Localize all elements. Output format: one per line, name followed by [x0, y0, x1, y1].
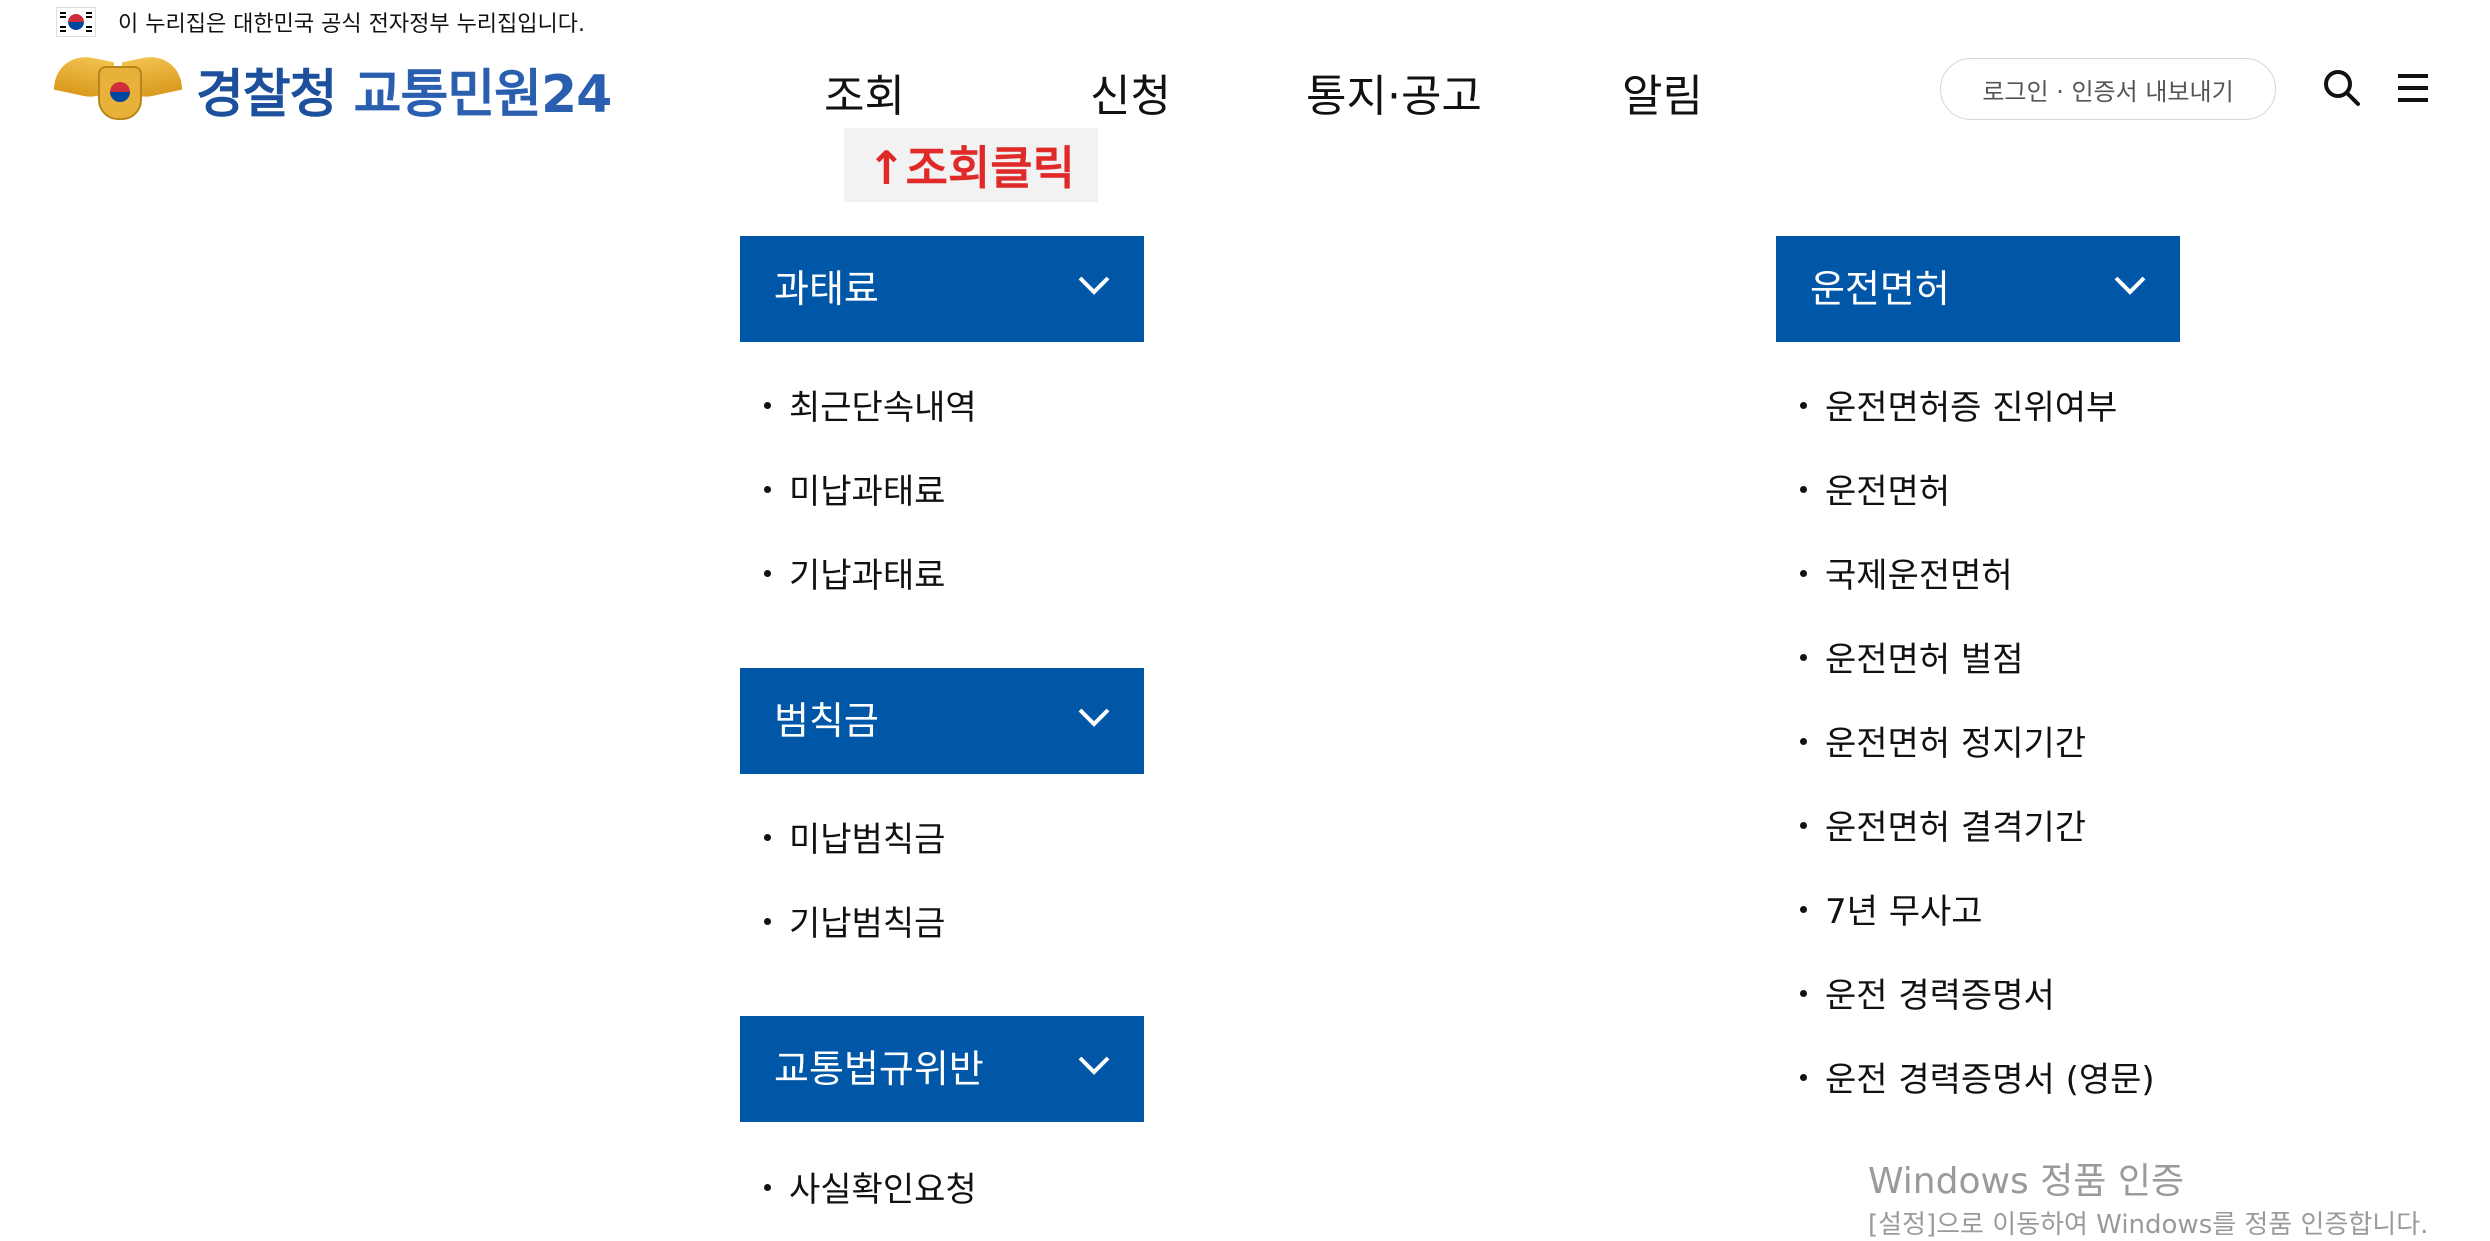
gov-notice-text: 이 누리집은 대한민국 공식 전자정부 누리집입니다.: [118, 12, 586, 37]
chevron-down-icon: [1078, 708, 1110, 727]
gov-notice-bar: 이 누리집은 대한민국 공식 전자정부 누리집입니다.: [56, 4, 585, 40]
link-license-authenticity[interactable]: 운전면허증 진위여부: [1800, 380, 2117, 429]
nav-item-alert[interactable]: 알림: [1622, 60, 1703, 124]
section-title: 범칙금: [774, 699, 879, 743]
link-unpaid-fine[interactable]: 미납과태료: [764, 464, 945, 513]
link-driving-career-cert-en[interactable]: 운전 경력증명서 (영문): [1800, 1052, 2155, 1101]
section-title: 운전면허: [1810, 267, 1950, 311]
link-paid-fine[interactable]: 기납과태료: [764, 548, 945, 597]
link-paid-penalty[interactable]: 기납범칙금: [764, 896, 945, 945]
nav-item-inquiry[interactable]: 조회: [824, 60, 905, 124]
search-icon[interactable]: [2320, 66, 2364, 110]
chevron-down-icon: [1078, 276, 1110, 295]
link-seven-years-safe[interactable]: 7년 무사고: [1800, 884, 1983, 933]
hamburger-menu-icon[interactable]: [2394, 70, 2434, 106]
link-fact-check-request[interactable]: 사실확인요청: [764, 1162, 977, 1211]
section-header-penalty[interactable]: 범칙금: [740, 668, 1144, 774]
section-header-license[interactable]: 운전면허: [1776, 236, 2180, 342]
chevron-down-icon: [1078, 1056, 1110, 1075]
link-license-disqualification[interactable]: 운전면허 결격기간: [1800, 800, 2086, 849]
section-header-fine[interactable]: 과태료: [740, 236, 1144, 342]
site-logo[interactable]: 경찰청 교통민원24: [54, 48, 612, 130]
link-unpaid-penalty[interactable]: 미납범칙금: [764, 812, 945, 861]
link-intl-license[interactable]: 국제운전면허: [1800, 548, 2013, 597]
site-title: 경찰청 교통민원24: [196, 64, 612, 125]
section-title: 과태료: [774, 267, 879, 311]
section-header-violation[interactable]: 교통법규위반: [740, 1016, 1144, 1122]
windows-activation-title: Windows 정품 인증: [1868, 1161, 2185, 1202]
link-license[interactable]: 운전면허: [1800, 464, 1950, 513]
link-recent-enforcement[interactable]: 최근단속내역: [764, 380, 977, 429]
link-license-points[interactable]: 운전면허 벌점: [1800, 632, 2024, 681]
chevron-down-icon: [2114, 276, 2146, 295]
click-annotation: ↑조회클릭: [844, 128, 1098, 202]
login-button[interactable]: 로그인 · 인증서 내보내기: [1940, 58, 2276, 120]
nav-item-apply[interactable]: 신청: [1090, 60, 1171, 124]
korean-flag-icon: [56, 7, 96, 37]
section-title: 교통법규위반: [774, 1047, 984, 1091]
police-emblem-icon: [54, 48, 182, 130]
windows-activation-subtitle: [설정]으로 이동하여 Windows를 정품 인증합니다.: [1868, 1210, 2429, 1240]
link-license-suspension[interactable]: 운전면허 정지기간: [1800, 716, 2086, 765]
link-driving-career-cert[interactable]: 운전 경력증명서: [1800, 968, 2055, 1017]
nav-item-notice[interactable]: 통지·공고: [1306, 60, 1482, 124]
